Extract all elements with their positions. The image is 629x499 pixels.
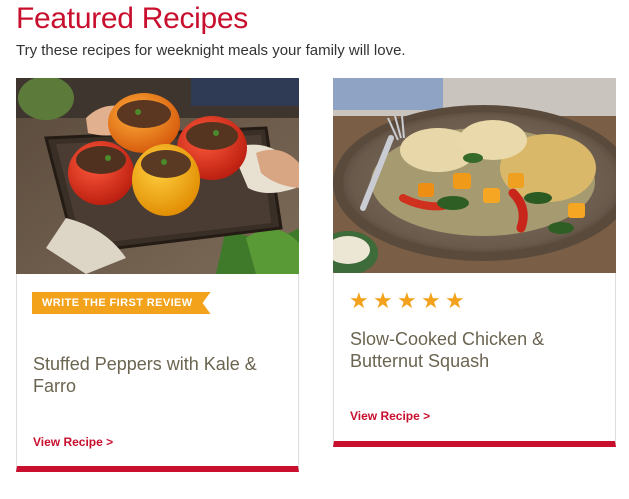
- recipe-title[interactable]: Stuffed Peppers with Kale & Farro: [33, 353, 283, 397]
- star-icon: ★: [421, 288, 441, 313]
- recipe-card-chicken-squash: ★ ★ ★ ★ ★ Slow-Cooked Chicken & Butternut Sq…: [333, 78, 616, 447]
- page-title: Featured Recipes: [16, 2, 248, 35]
- star-icon: ★: [397, 288, 417, 313]
- recipe-card-stuffed-peppers: WRITE THE FIRST REVIEW Stuffed Peppers w…: [16, 78, 299, 472]
- recipe-title[interactable]: Slow-Cooked Chicken & Butternut Squash: [350, 328, 600, 372]
- star-rating: ★ ★ ★ ★ ★: [349, 290, 469, 312]
- recipe-image-chicken-squash[interactable]: [333, 78, 616, 273]
- view-recipe-link[interactable]: View Recipe >: [350, 409, 430, 423]
- view-recipe-link[interactable]: View Recipe >: [33, 435, 113, 449]
- write-review-badge[interactable]: WRITE THE FIRST REVIEW: [32, 292, 211, 314]
- star-icon: ★: [373, 288, 393, 313]
- star-icon: ★: [445, 288, 465, 313]
- page-subtitle: Try these recipes for weeknight meals yo…: [16, 42, 406, 59]
- recipe-image-stuffed-peppers[interactable]: [16, 78, 299, 274]
- star-icon: ★: [349, 288, 369, 313]
